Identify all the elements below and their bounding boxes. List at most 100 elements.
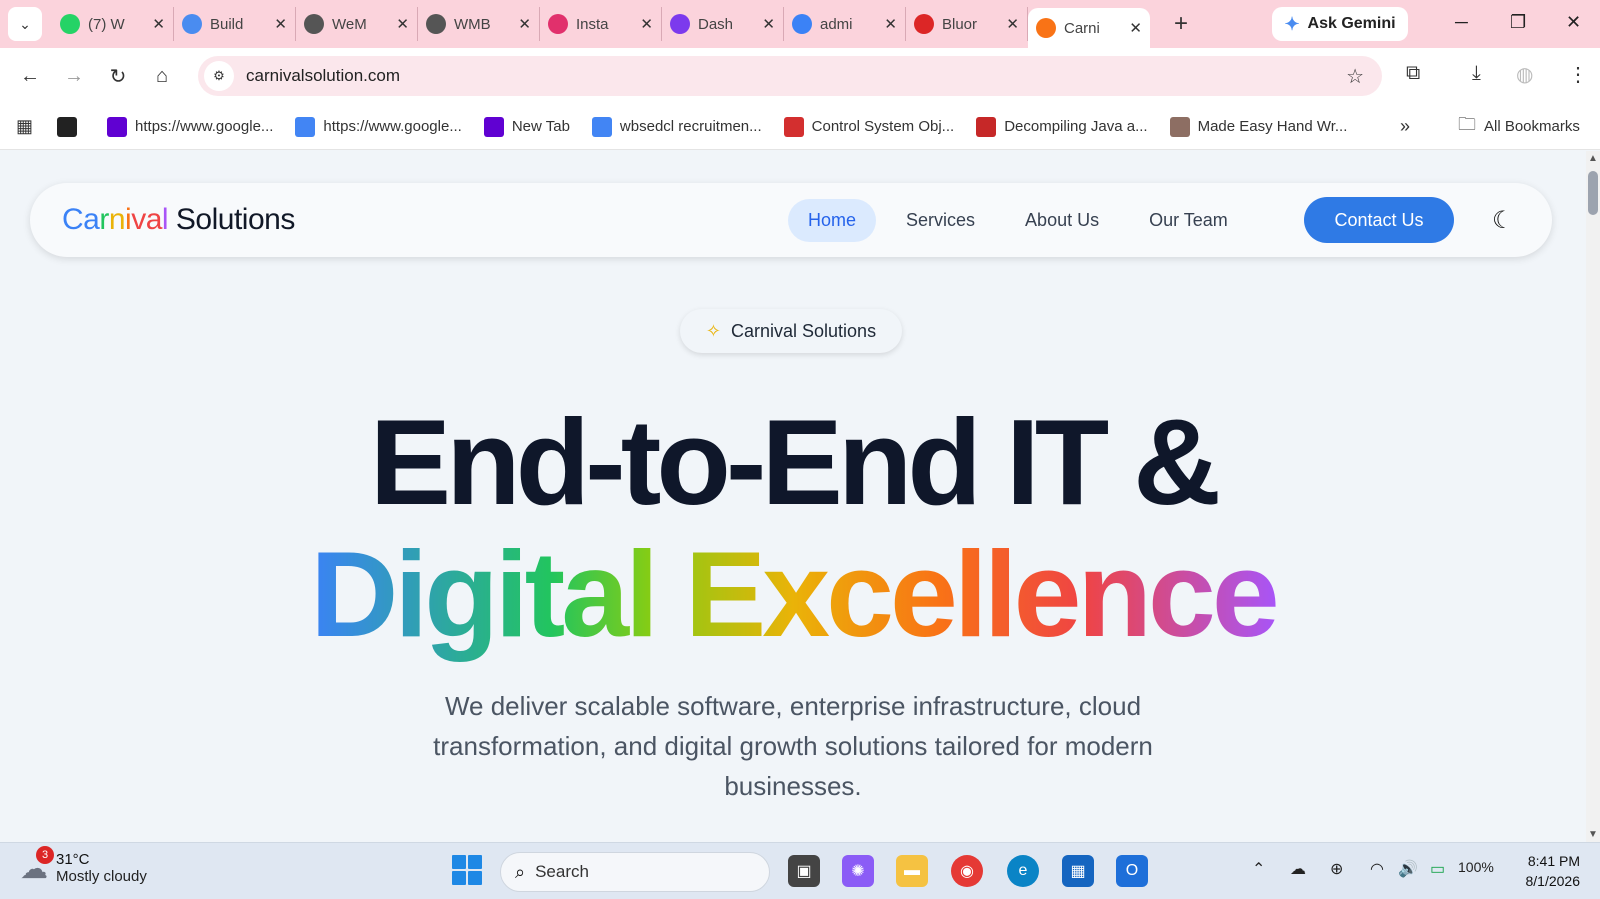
all-bookmarks-button[interactable]: 🗀 All Bookmarks (1458, 112, 1580, 142)
nav-our-team[interactable]: Our Team (1129, 199, 1248, 242)
apps-grid-icon[interactable]: ▦ (16, 116, 33, 137)
new-tab-button[interactable]: + (1166, 10, 1196, 38)
nav-about-us[interactable]: About Us (1005, 199, 1119, 242)
file-explorer-icon[interactable]: ▬ (896, 855, 928, 887)
url-text[interactable]: carnivalsolution.com (246, 66, 400, 86)
clock[interactable]: 8:41 PM 8/1/2026 (1510, 851, 1581, 891)
taskbar-search[interactable]: ⌕ Search (500, 852, 770, 892)
home-button[interactable]: ⌂ (140, 65, 184, 88)
forward-button[interactable]: → (52, 65, 96, 88)
nav-links: Home Services About Us Our Team (788, 198, 1258, 242)
whatsapp-icon (60, 14, 80, 34)
tab-strip: ⌄ (7) W ✕ Build ✕ WeM ✕ WMB ✕ Insta ✕ Dash ✕ admi ✕ Bl… (0, 0, 1600, 48)
temperature: 31°C (56, 851, 90, 868)
tab-0[interactable]: (7) W ✕ (52, 7, 174, 41)
bookmark-item[interactable]: https://www.google... (107, 116, 273, 137)
pen-icon (1169, 116, 1190, 137)
vpn-icon[interactable]: ⊕ (1330, 859, 1343, 879)
bookmark-label: Control System Obj... (811, 118, 955, 135)
windows-taskbar: ☁ 3 31°C Mostly cloudy ⌕ Search ▣ ✺ ▬ ◉ e… (0, 842, 1600, 899)
minimize-button[interactable]: ─ (1455, 12, 1468, 33)
browser-toolbar: ← → ↻ ⌂ ⚙ carnivalsolution.com ☆ ⧉ ⤓ ◍ ⋮ (0, 48, 1600, 104)
hero-headline-line2: Digital Excellence (0, 529, 1586, 659)
tab-1[interactable]: Build ✕ (174, 7, 296, 41)
tab-3[interactable]: WMB ✕ (418, 7, 540, 41)
folder-icon: 🗀 (1458, 113, 1476, 134)
tab-8[interactable]: Carni ✕ (1028, 8, 1150, 48)
search-icon: ⌕ (515, 861, 526, 882)
close-tab-icon[interactable]: ✕ (518, 15, 531, 33)
ask-gemini-button[interactable]: ✦ Ask Gemini (1272, 7, 1408, 41)
clock-time: 8:41 PM (1527, 853, 1580, 869)
bookmark-item[interactable]: Made Easy Hand Wr... (1169, 116, 1348, 137)
extensions-icon[interactable]: ⧉ (1406, 62, 1420, 85)
restore-button[interactable]: ❐ (1510, 12, 1526, 33)
task-view-icon[interactable]: ▣ (788, 855, 820, 887)
close-tab-icon[interactable]: ✕ (762, 15, 775, 33)
onedrive-icon[interactable]: ☁ (1290, 859, 1306, 879)
close-tab-icon[interactable]: ✕ (396, 15, 409, 33)
profile-icon[interactable]: ◍ (1516, 62, 1533, 87)
volume-icon[interactable]: 🔊 (1398, 859, 1418, 879)
site-navbar: Carnival Solutions Home Services About Us O… (30, 183, 1552, 257)
back-button[interactable]: ← (8, 65, 52, 88)
gemini-icon (182, 14, 202, 34)
weather-widget[interactable]: ☁ 3 31°C Mostly cloudy (20, 845, 147, 885)
address-bar[interactable]: ⚙ carnivalsolution.com ☆ (198, 56, 1382, 96)
close-tab-icon[interactable]: ✕ (640, 15, 653, 33)
globe-icon (426, 14, 446, 34)
nav-services[interactable]: Services (886, 199, 995, 242)
bookmark-item[interactable]: wbsedcl recruitmen... (591, 116, 762, 137)
close-tab-icon[interactable]: ✕ (1129, 19, 1142, 37)
dark-mode-toggle-icon[interactable]: ☾ (1492, 206, 1514, 235)
tab-6[interactable]: admi ✕ (784, 7, 906, 41)
chrome-icon[interactable]: ◉ (951, 855, 983, 887)
store-icon[interactable]: ▦ (1062, 855, 1094, 887)
copilot-icon[interactable]: ✺ (842, 855, 874, 887)
more-bookmarks-icon[interactable]: » (1400, 116, 1410, 137)
site-logo[interactable]: Carnival Solutions (62, 203, 295, 237)
tab-2[interactable]: WeM ✕ (296, 7, 418, 41)
hero-headline-line1: End-to-End IT & (369, 394, 1222, 530)
bookmarks-bar: ▦ https://www.google... https://www.googl… (0, 104, 1600, 150)
bookmark-item[interactable]: New Tab (483, 116, 570, 137)
bookmark-star-icon[interactable]: ☆ (1346, 64, 1364, 89)
nav-home[interactable]: Home (788, 198, 877, 242)
close-tab-icon[interactable]: ✕ (274, 15, 287, 33)
outlook-icon[interactable]: O (1116, 855, 1148, 887)
bookmark-label: Made Easy Hand Wr... (1197, 118, 1348, 135)
wifi-icon[interactable]: ◠ (1370, 859, 1384, 879)
scroll-down-icon[interactable]: ▼ (1588, 829, 1598, 840)
bluor-icon (914, 14, 934, 34)
bookmark-item[interactable]: Decompiling Java a... (976, 116, 1148, 137)
bookmark-item[interactable]: Control System Obj... (783, 116, 955, 137)
reload-button[interactable]: ↻ (96, 64, 140, 89)
bookmark-item[interactable] (57, 116, 85, 137)
page-scrollbar[interactable]: ▲ ▼ (1586, 151, 1600, 842)
bookmark-item[interactable]: https://www.google... (295, 116, 462, 137)
tab-title: Dash (698, 15, 734, 33)
tab-7[interactable]: Bluor ✕ (906, 7, 1028, 41)
scrollbar-thumb[interactable] (1588, 171, 1598, 215)
scroll-up-icon[interactable]: ▲ (1588, 153, 1598, 164)
close-window-button[interactable]: ✕ (1566, 12, 1581, 33)
sparkle-icon: ✧ (705, 320, 721, 341)
close-tab-icon[interactable]: ✕ (884, 15, 897, 33)
start-button[interactable] (452, 855, 482, 885)
tab-search-button[interactable]: ⌄ (8, 7, 42, 41)
tab-5[interactable]: Dash ✕ (662, 7, 784, 41)
contact-us-button[interactable]: Contact Us (1304, 197, 1454, 243)
site-settings-icon[interactable]: ⚙ (204, 61, 234, 91)
edge-icon[interactable]: e (1007, 855, 1039, 887)
menu-icon[interactable]: ⋮ (1568, 62, 1588, 87)
download-icon[interactable]: ⤓ (1472, 62, 1481, 85)
hero-badge: ✧ Carnival Solutions (680, 309, 902, 353)
tab-title: Build (210, 15, 244, 33)
close-tab-icon[interactable]: ✕ (152, 15, 165, 33)
show-hidden-icons[interactable]: ⌃ (1252, 859, 1265, 879)
battery-icon[interactable]: ▭ (1430, 859, 1445, 879)
tab-title: admi (820, 15, 853, 33)
tab-4[interactable]: Insta ✕ (540, 7, 662, 41)
close-tab-icon[interactable]: ✕ (1006, 15, 1019, 33)
tab-title: Carni (1064, 19, 1100, 37)
